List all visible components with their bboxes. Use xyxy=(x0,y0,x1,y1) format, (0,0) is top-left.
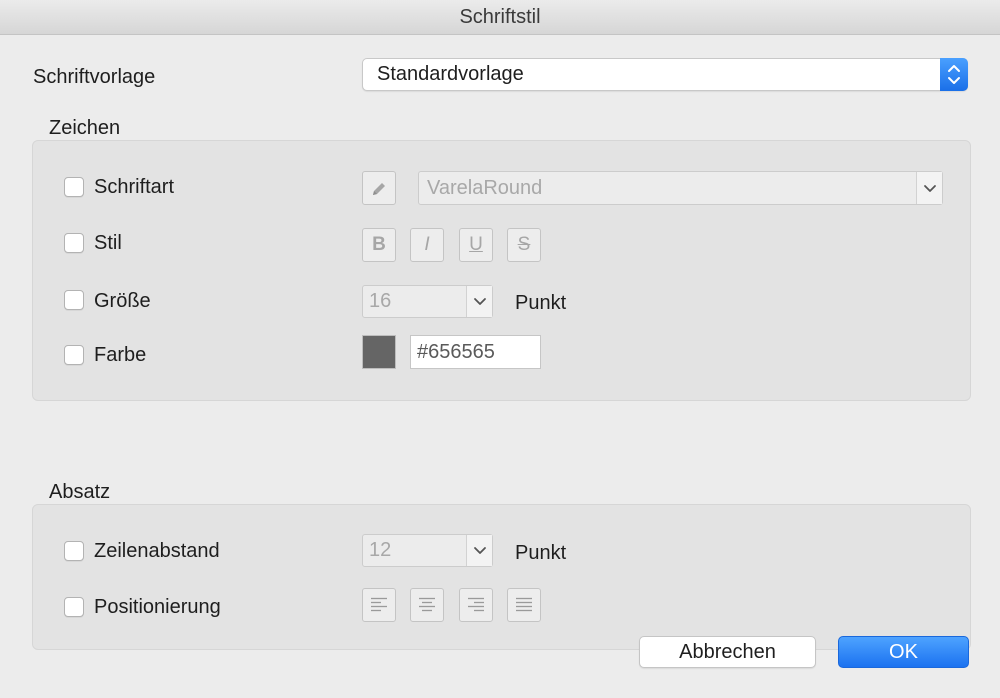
color-hex-field[interactable]: #656565 xyxy=(410,335,541,369)
line-spacing-value: 12 xyxy=(369,539,392,561)
italic-button[interactable]: I xyxy=(410,228,444,262)
chevron-down-icon[interactable] xyxy=(466,286,492,317)
line-spacing-checkbox[interactable] xyxy=(64,541,84,561)
chevron-down-icon[interactable] xyxy=(916,172,942,204)
template-popup[interactable]: Standardvorlage xyxy=(362,58,968,91)
color-swatch[interactable] xyxy=(362,335,396,369)
line-spacing-unit-label: Punkt xyxy=(515,542,567,564)
character-section-label: Zeichen xyxy=(49,117,121,139)
color-label: Farbe xyxy=(94,344,147,366)
strikethrough-button[interactable]: S xyxy=(507,228,541,262)
cancel-button[interactable]: Abbrechen xyxy=(639,636,816,668)
ok-button[interactable]: OK xyxy=(838,636,969,668)
up-down-chevron-icon[interactable] xyxy=(940,58,968,91)
align-right-icon xyxy=(466,596,486,614)
align-left-icon xyxy=(369,596,389,614)
window-title: Schriftstil xyxy=(0,0,1000,35)
template-label: Schriftvorlage xyxy=(33,66,156,88)
font-style-dialog: Schriftstil Schriftvorlage Standardvorla… xyxy=(0,0,1000,698)
font-edit-button[interactable] xyxy=(362,171,396,205)
align-left-button[interactable] xyxy=(362,588,396,622)
bold-button[interactable]: B xyxy=(362,228,396,262)
size-unit-label: Punkt xyxy=(515,292,567,314)
paragraph-section-label: Absatz xyxy=(49,481,111,503)
size-label: Größe xyxy=(94,290,151,312)
font-family-combo[interactable]: VarelaRound xyxy=(418,171,943,205)
size-value: 16 xyxy=(369,290,392,312)
pencil-icon xyxy=(370,180,388,198)
paragraph-group-box xyxy=(32,504,971,650)
align-center-button[interactable] xyxy=(410,588,444,622)
align-center-icon xyxy=(417,596,437,614)
line-spacing-combo[interactable]: 12 xyxy=(362,534,493,567)
alignment-checkbox[interactable] xyxy=(64,597,84,617)
size-checkbox[interactable] xyxy=(64,290,84,310)
style-label: Stil xyxy=(94,232,122,254)
size-combo[interactable]: 16 xyxy=(362,285,493,318)
underline-button[interactable]: U xyxy=(459,228,493,262)
chevron-down-icon[interactable] xyxy=(466,535,492,566)
alignment-label: Positionierung xyxy=(94,596,221,618)
font-checkbox[interactable] xyxy=(64,177,84,197)
font-label: Schriftart xyxy=(94,176,175,198)
color-checkbox[interactable] xyxy=(64,345,84,365)
template-selected-value: Standardvorlage xyxy=(377,63,524,85)
align-right-button[interactable] xyxy=(459,588,493,622)
align-justify-icon xyxy=(514,596,534,614)
style-checkbox[interactable] xyxy=(64,233,84,253)
align-justify-button[interactable] xyxy=(507,588,541,622)
line-spacing-label: Zeilenabstand xyxy=(94,540,220,562)
font-family-value: VarelaRound xyxy=(427,177,543,199)
